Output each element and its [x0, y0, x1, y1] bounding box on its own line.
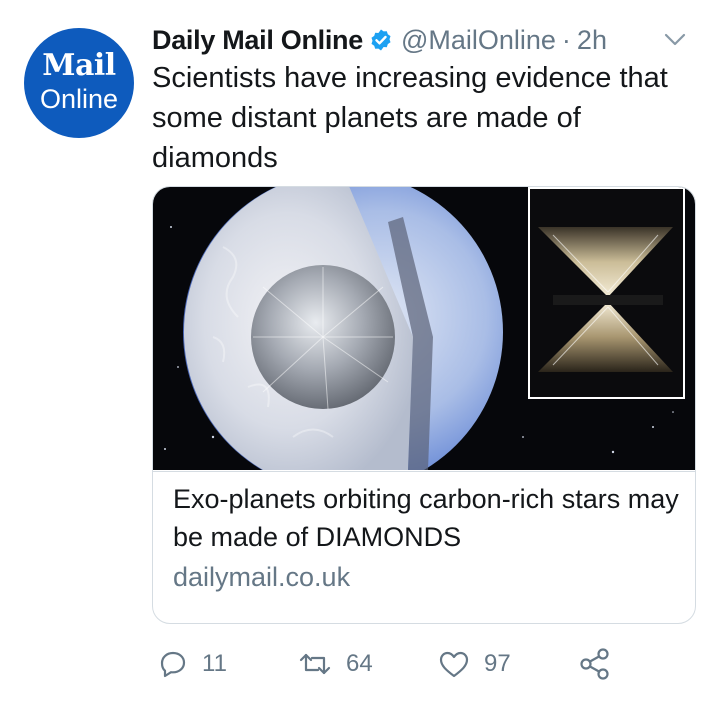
verified-badge-icon — [371, 29, 391, 51]
tweet-header: Daily Mail Online @MailOnline · 2h — [152, 20, 607, 60]
card-image — [153, 187, 695, 470]
like-count: 97 — [484, 650, 511, 677]
reply-icon — [160, 651, 186, 678]
separator-dot: · — [561, 24, 571, 55]
tweet-text: Scientists have increasing evidence that… — [152, 62, 668, 174]
retweet-icon — [299, 653, 331, 675]
card-domain: dailymail.co.uk — [173, 562, 351, 592]
reply-count: 11 — [202, 650, 227, 677]
reply-button[interactable]: 11 — [158, 646, 227, 682]
author-handle[interactable]: @MailOnline — [401, 25, 556, 56]
share-icon — [580, 648, 609, 680]
avatar-logo-line2: Online — [39, 84, 119, 114]
retweet-button[interactable]: 64 — [298, 646, 373, 682]
avatar-logo-line1: Mail — [42, 48, 116, 83]
like-button[interactable]: 97 — [438, 646, 511, 682]
author-name[interactable]: Daily Mail Online — [152, 25, 363, 56]
share-button[interactable] — [578, 646, 612, 682]
link-preview-card[interactable]: Exo-planets orbiting carbon-rich stars m… — [152, 186, 696, 624]
tweet-timestamp[interactable]: 2h — [577, 25, 607, 56]
avatar[interactable]: Mail Online — [24, 28, 134, 138]
card-title: Exo-planets orbiting carbon-rich stars m… — [173, 484, 679, 552]
chevron-down-icon[interactable] — [662, 30, 688, 50]
card-body: Exo-planets orbiting carbon-rich stars m… — [153, 471, 695, 623]
like-icon — [439, 651, 469, 678]
retweet-count: 64 — [346, 650, 373, 677]
